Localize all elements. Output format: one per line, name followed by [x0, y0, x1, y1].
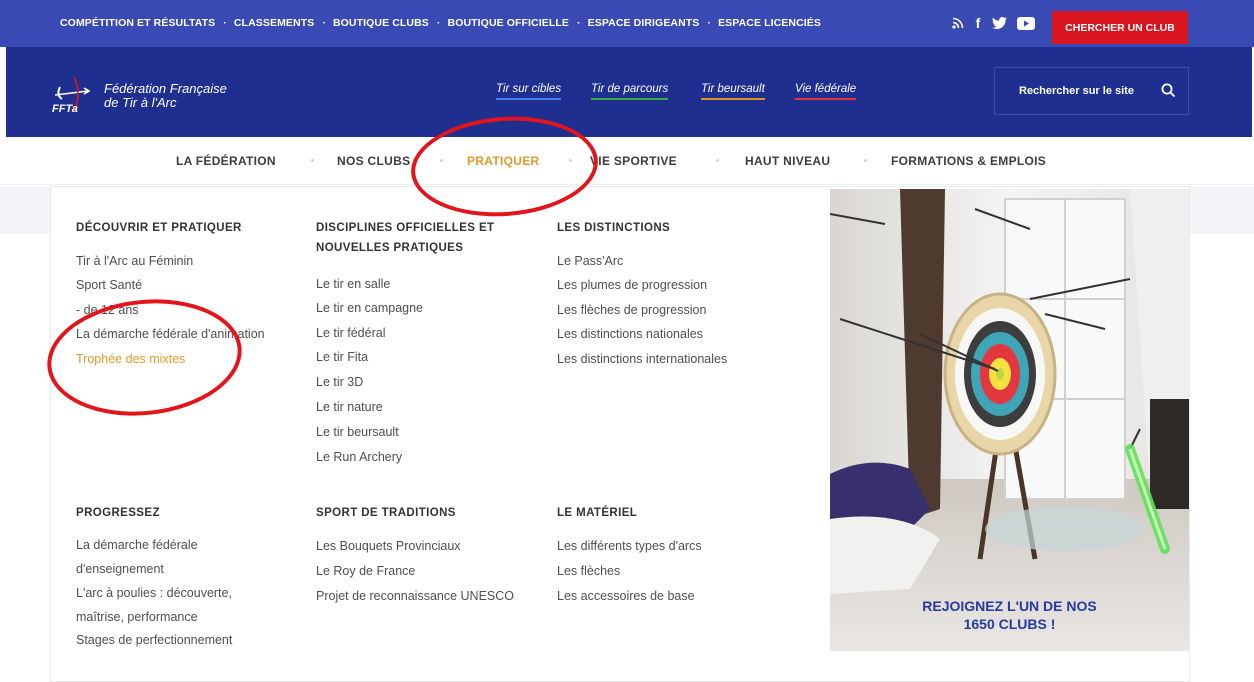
menu-link-pass-arc[interactable]: Le Pass'Arc: [557, 249, 623, 274]
menu-heading-disciplines: DISCIPLINES OFFICIELLES ET NOUVELLES PRA…: [316, 218, 494, 258]
menu-link-feminin[interactable]: Tir à l'Arc au Féminin: [76, 249, 193, 274]
federation-name-line1: Fédération Française: [104, 81, 227, 96]
menu-link-sport-sante[interactable]: Sport Santé: [76, 273, 142, 298]
menu-link-run-archery[interactable]: Le Run Archery: [316, 445, 402, 470]
discipline-tab-vie-federale[interactable]: Vie fédérale: [795, 83, 857, 100]
archery-target-illustration: [830, 189, 1189, 651]
menu-link-distinctions-nationales[interactable]: Les distinctions nationales: [557, 322, 703, 347]
discipline-tab-tir-de-parcours[interactable]: Tir de parcours: [591, 83, 669, 100]
top-links: COMPÉTITION ET RÉSULTATS · CLASSEMENTS · B…: [60, 17, 825, 29]
menu-link-tir-3d[interactable]: Le tir 3D: [316, 370, 363, 395]
nav-separator: [311, 159, 314, 162]
logo-text: FFTa: [52, 103, 78, 115]
nav-separator: [864, 159, 867, 162]
menu-link-unesco[interactable]: Projet de reconnaissance UNESCO: [316, 584, 514, 609]
federation-name-line2: de Tir à l'Arc: [104, 95, 177, 110]
twitter-icon[interactable]: [990, 13, 1008, 33]
menu-link-tir-beursault[interactable]: Le tir beursault: [316, 420, 399, 445]
site-search-box[interactable]: Rechercher sur le site: [994, 67, 1189, 115]
menu-heading-distinctions: LES DISTINCTIONS: [557, 222, 671, 234]
separator: ·: [707, 17, 712, 29]
menu-heading-decouvrir: DÉCOUVRIR ET PRATIQUER: [76, 222, 242, 234]
menu-link-tir-federal[interactable]: Le tir fédéral: [316, 321, 385, 346]
menu-link-tir-campagne[interactable]: Le tir en campagne: [316, 296, 423, 321]
discipline-tab-tir-sur-cibles[interactable]: Tir sur cibles: [496, 83, 562, 100]
menu-link-fleches[interactable]: Les flèches: [557, 559, 620, 584]
menu-link-fleches-progression[interactable]: Les flèches de progression: [557, 298, 706, 323]
top-link-boutique-officielle[interactable]: BOUTIQUE OFFICIELLE: [448, 17, 569, 29]
nav-separator: [716, 159, 719, 162]
rss-icon[interactable]: [950, 13, 966, 33]
menu-link-tir-salle[interactable]: Le tir en salle: [316, 272, 390, 297]
menu-heading-traditions: SPORT DE TRADITIONS: [316, 507, 456, 519]
top-bar: COMPÉTITION ET RÉSULTATS · CLASSEMENTS · B…: [0, 0, 1254, 47]
separator: ·: [322, 17, 326, 29]
menu-heading-materiel: LE MATÉRIEL: [557, 507, 638, 519]
nav-vie-sportive[interactable]: VIE SPORTIVE: [590, 154, 677, 168]
menu-link-distinctions-internationales[interactable]: Les distinctions internationales: [557, 347, 727, 372]
nav-formations-emplois[interactable]: FORMATIONS & EMPLOIS: [891, 154, 1046, 168]
menu-heading-progressez: PROGRESSEZ: [76, 507, 160, 519]
brand-bar: FFTa Fédération Française de Tir à l'Arc…: [6, 47, 1252, 137]
ffta-logo[interactable]: FFTa: [52, 75, 91, 115]
menu-link-bouquets[interactable]: Les Bouquets Provinciaux: [316, 534, 461, 559]
youtube-icon[interactable]: [1015, 13, 1037, 33]
menu-link-accessoires[interactable]: Les accessoires de base: [557, 584, 695, 609]
top-link-espace-licencies[interactable]: ESPACE LICENCIÉS: [718, 17, 821, 29]
menu-heading-disciplines-line2: NOUVELLES PRATIQUES: [316, 242, 464, 254]
separator: ·: [223, 17, 227, 29]
site-search-label: Rechercher sur le site: [1019, 85, 1134, 97]
nav-la-federation[interactable]: LA FÉDÉRATION: [176, 154, 276, 168]
main-nav: LA FÉDÉRATION NOS CLUBS PRATIQUER VIE SP…: [0, 137, 1254, 185]
find-club-button[interactable]: CHERCHER UN CLUB: [1052, 11, 1188, 44]
menu-link-arc-poulies[interactable]: L'arc à poulies : découverte, maîtrise, …: [76, 582, 276, 629]
menu-link-demarche-enseignement[interactable]: La démarche fédérale d'enseignement: [76, 534, 276, 581]
promo-caption-line1: REJOIGNEZ L'UN DE NOS: [922, 598, 1097, 614]
discipline-tab-tir-beursault[interactable]: Tir beursault: [701, 83, 765, 100]
top-link-competition[interactable]: COMPÉTITION ET RÉSULTATS: [60, 17, 215, 29]
promo-banner[interactable]: [830, 189, 1189, 651]
menu-link-roy-de-france[interactable]: Le Roy de France: [316, 559, 415, 584]
separator: ·: [436, 17, 441, 29]
menu-link-stages[interactable]: Stages de perfectionnement: [76, 628, 232, 653]
top-link-espace-dirigeants[interactable]: ESPACE DIRIGEANTS: [588, 17, 700, 29]
separator: ·: [577, 17, 581, 29]
menu-link-tir-fita[interactable]: Le tir Fita: [316, 345, 368, 370]
menu-heading-disciplines-line1: DISCIPLINES OFFICIELLES ET: [316, 222, 495, 234]
federation-name: Fédération Française de Tir à l'Arc: [104, 82, 227, 110]
search-icon[interactable]: [1161, 83, 1176, 101]
promo-caption[interactable]: REJOIGNEZ L'UN DE NOS 1650 CLUBS !: [830, 597, 1189, 633]
menu-link-tir-nature[interactable]: Le tir nature: [316, 395, 383, 420]
top-link-boutique-clubs[interactable]: BOUTIQUE CLUBS: [333, 17, 429, 29]
nav-nos-clubs[interactable]: NOS CLUBS: [337, 154, 410, 168]
top-link-classements[interactable]: CLASSEMENTS: [234, 17, 314, 29]
menu-link-types-arcs[interactable]: Les différents types d'arcs: [557, 534, 702, 559]
nav-haut-niveau[interactable]: HAUT NIVEAU: [745, 154, 830, 168]
promo-caption-line2: 1650 CLUBS !: [963, 616, 1056, 632]
menu-link-plumes[interactable]: Les plumes de progression: [557, 273, 707, 298]
facebook-icon[interactable]: f: [972, 13, 984, 33]
